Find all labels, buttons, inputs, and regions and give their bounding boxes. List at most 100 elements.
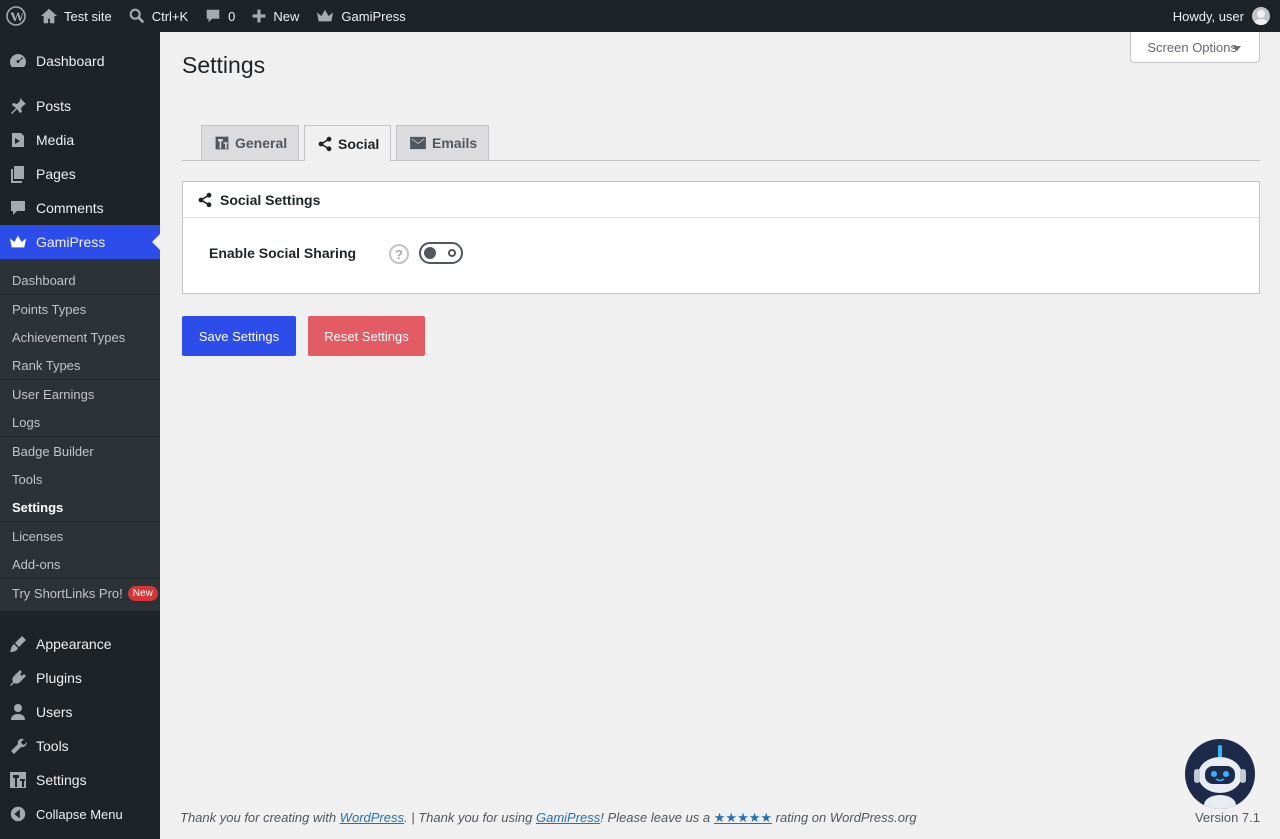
page-title: Settings xyxy=(182,52,266,78)
settings-icon xyxy=(215,136,229,150)
menu-label: Plugins xyxy=(36,670,82,686)
new-badge: New xyxy=(127,585,158,601)
plus-icon xyxy=(253,9,266,23)
panel-header: Social Settings xyxy=(183,182,1259,218)
save-settings-button[interactable]: Save Settings xyxy=(182,316,296,356)
footer-text-1: Thank you for creating with xyxy=(180,810,340,825)
submenu-points-types[interactable]: Points Types xyxy=(0,295,160,323)
menu-label: Comments xyxy=(36,200,104,216)
tab-social[interactable]: Social xyxy=(304,125,392,161)
search-shortcut-label: Ctrl+K xyxy=(151,8,189,24)
collapse-icon xyxy=(8,804,28,824)
menu-label: Posts xyxy=(36,98,72,114)
menu-item-settings[interactable]: Settings xyxy=(0,763,160,797)
collapse-label: Collapse Menu xyxy=(36,806,123,822)
admin-bar: Test site Ctrl+K 0 New GamiPress Howdy, … xyxy=(0,0,1280,32)
submenu-rank-types[interactable]: Rank Types xyxy=(0,351,160,379)
menu-item-tools[interactable]: Tools xyxy=(0,729,160,763)
tab-label: Social xyxy=(338,135,380,152)
rating-stars-link[interactable]: ★★★★★ xyxy=(714,810,772,825)
admin-sidebar: Dashboard Posts Media Pages Comments Gam… xyxy=(0,32,160,839)
wordpress-link[interactable]: WordPress xyxy=(340,810,404,825)
tab-label: General xyxy=(235,135,288,151)
avatar xyxy=(1252,7,1270,25)
menu-item-plugins[interactable]: Plugins xyxy=(0,661,160,695)
menu-item-users[interactable]: Users xyxy=(0,695,160,729)
submenu-settings[interactable]: Settings xyxy=(0,493,160,521)
crown-icon xyxy=(317,9,334,22)
submenu-licenses[interactable]: Licenses xyxy=(0,522,160,550)
my-account[interactable]: Howdy, user xyxy=(1173,7,1280,25)
menu-item-appearance[interactable]: Appearance xyxy=(0,627,160,661)
site-name-link[interactable]: Test site xyxy=(32,0,120,32)
envelope-icon xyxy=(410,136,426,150)
footer-text-4: rating on WordPress.org xyxy=(772,810,917,825)
tab-emails[interactable]: Emails xyxy=(396,125,490,160)
submenu-dashboard[interactable]: Dashboard xyxy=(0,266,160,294)
footer-text-2: . | Thank you for using xyxy=(404,810,536,825)
field-label: Enable Social Sharing xyxy=(209,245,357,261)
submenu-tools[interactable]: Tools xyxy=(0,465,160,493)
reset-settings-button[interactable]: Reset Settings xyxy=(308,316,425,356)
menu-item-pages[interactable]: Pages xyxy=(0,157,160,191)
help-icon[interactable]: ? xyxy=(389,244,409,264)
menu-item-media[interactable]: Media xyxy=(0,123,160,157)
social-settings-panel: Social Settings Enable Social Sharing ? xyxy=(182,181,1260,294)
toggle-off-indicator xyxy=(448,249,456,257)
share-icon xyxy=(198,192,212,207)
gamipress-link[interactable]: GamiPress xyxy=(307,0,413,32)
menu-label: Appearance xyxy=(36,636,112,652)
user-icon xyxy=(8,702,28,722)
menu-label: Settings xyxy=(36,772,87,788)
search-icon xyxy=(129,8,144,24)
submenu-achievement-types[interactable]: Achievement Types xyxy=(0,323,160,351)
collapse-menu-button[interactable]: Collapse Menu xyxy=(0,797,160,831)
submenu-add-ons[interactable]: Add-ons xyxy=(0,550,160,578)
gamipress-label: GamiPress xyxy=(341,8,406,24)
new-content-link[interactable]: New xyxy=(243,0,307,32)
tab-label: Emails xyxy=(432,135,478,151)
brush-icon xyxy=(8,634,28,654)
comment-icon xyxy=(8,198,28,218)
wrench-icon xyxy=(8,736,28,756)
footer: Thank you for creating with WordPress. |… xyxy=(180,810,1260,826)
version-label: Version 7.1 xyxy=(1194,810,1260,825)
media-icon xyxy=(8,130,28,150)
new-label: New xyxy=(273,8,300,24)
dashboard-icon xyxy=(8,51,28,71)
comments-link[interactable]: 0 xyxy=(196,0,243,32)
settings-tabs: General Social Emails xyxy=(182,125,1260,161)
tab-general[interactable]: General xyxy=(201,125,300,160)
crown-icon xyxy=(8,232,28,252)
panel-title: Social Settings xyxy=(220,191,321,208)
submenu-shortlinks-pro[interactable]: Try ShortLinks Pro! New xyxy=(0,579,160,607)
footer-text-3: ! Please leave us a xyxy=(600,810,714,825)
menu-item-comments[interactable]: Comments xyxy=(0,191,160,225)
home-icon xyxy=(40,8,58,24)
assistant-robot-icon[interactable] xyxy=(1185,739,1255,809)
footer-text: Thank you for creating with WordPress. |… xyxy=(180,810,917,826)
pages-icon xyxy=(8,164,28,184)
menu-label: Users xyxy=(36,704,73,720)
settings-icon xyxy=(8,770,28,790)
screen-options-button[interactable]: Screen Options xyxy=(1130,32,1260,63)
menu-item-dashboard[interactable]: Dashboard xyxy=(0,44,160,78)
menu-label: Media xyxy=(36,132,75,148)
social-sharing-toggle[interactable] xyxy=(419,242,463,264)
submenu-logs[interactable]: Logs xyxy=(0,408,160,436)
menu-label: Pages xyxy=(36,166,76,182)
share-icon xyxy=(318,136,332,151)
submenu-user-earnings[interactable]: User Earnings xyxy=(0,380,160,408)
comment-icon xyxy=(206,9,220,23)
gamipress-submenu: Dashboard Points Types Achievement Types… xyxy=(0,259,160,611)
submenu-badge-builder[interactable]: Badge Builder xyxy=(0,437,160,465)
command-search[interactable]: Ctrl+K xyxy=(120,0,196,32)
menu-item-gamipress[interactable]: GamiPress xyxy=(0,225,160,259)
menu-item-posts[interactable]: Posts xyxy=(0,89,160,123)
enable-social-sharing-row: Enable Social Sharing ? xyxy=(183,218,1259,294)
menu-label: Tools xyxy=(36,738,69,754)
gamipress-link[interactable]: GamiPress xyxy=(536,810,600,825)
menu-label: Dashboard xyxy=(36,53,105,69)
plugin-icon xyxy=(8,668,28,688)
wordpress-logo-icon[interactable] xyxy=(0,0,32,32)
